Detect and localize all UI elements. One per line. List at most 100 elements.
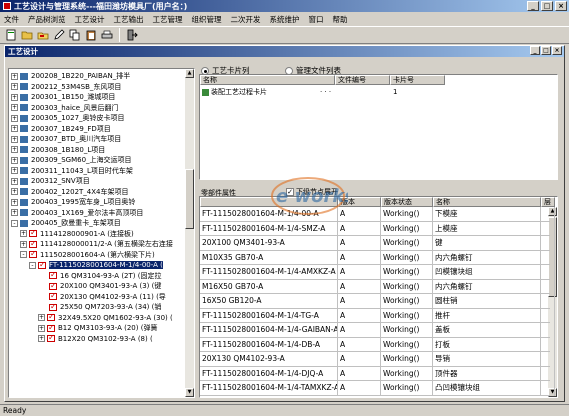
tree-expander-icon[interactable]: + xyxy=(11,114,18,122)
tree-expander-icon[interactable]: + xyxy=(11,93,18,101)
menu-product-tree[interactable]: 产品树浏览 xyxy=(28,14,66,25)
tree-item[interactable]: - FT-1115028001604-M-1/4-00-A ( xyxy=(29,260,163,271)
tree-expander-icon[interactable]: + xyxy=(38,324,45,332)
tree-item[interactable]: +200311_11043_L项目时代车架 xyxy=(11,166,133,177)
tree-expander-icon[interactable]: + xyxy=(11,209,18,216)
close-button[interactable]: × xyxy=(555,1,567,11)
menu-org-manage[interactable]: 组织管理 xyxy=(192,14,222,25)
tree-item[interactable]: 25X50 QM7203-93-A (34) (销 xyxy=(38,302,161,313)
tree-expander-icon[interactable]: + xyxy=(20,240,27,248)
card-list[interactable]: 名称 文件编号 卡片号 装配工艺过程卡片 · · · 1 xyxy=(199,74,558,180)
tree-expander-icon[interactable]: - xyxy=(20,251,27,258)
tree-expander-icon[interactable]: + xyxy=(11,156,18,164)
grid-row[interactable]: FT-1115028001604-M-1/4-TAMXKZ-A A Working(… xyxy=(200,381,555,396)
tree-item[interactable]: +200403_1X169_爱尔法丰高顶项目 xyxy=(11,208,143,219)
menu-process-output[interactable]: 工艺输出 xyxy=(114,14,144,25)
tree-expander-icon[interactable]: + xyxy=(11,135,18,143)
tree-item[interactable]: +32X49.5X20 QM1602-93-A (30) ( xyxy=(38,312,173,324)
tree-item[interactable]: +200309_SGM60_上海交运项目 xyxy=(11,155,132,166)
mdi-minimize-button[interactable]: _ xyxy=(530,46,540,55)
tree-expander-icon[interactable]: + xyxy=(38,314,45,321)
grid-row[interactable]: 16X50 GB120-A A Working() 圆柱销 xyxy=(200,294,555,309)
menu-dev[interactable]: 二次开发 xyxy=(231,14,261,25)
grid-row[interactable]: 20X100 QM3401-93-A A Working() 键 xyxy=(200,236,555,251)
grid-header-level[interactable]: 层 xyxy=(541,197,555,207)
tree-item[interactable]: +200402_1202T_4X4车架项目 xyxy=(11,187,129,198)
grid-row[interactable]: FT-1115028001604-M-1/4-TG-A A Working() 推杆 xyxy=(200,308,555,323)
tree-item[interactable]: +200312_SNV项目 xyxy=(11,176,90,187)
grid-header-name[interactable]: 名称 xyxy=(433,197,541,207)
tree-item[interactable]: +200303_haice_风景后翻门 xyxy=(11,103,119,114)
grid-row[interactable]: 20X130 QM4102-93-A A Working() 导销 xyxy=(200,352,555,367)
tree-item[interactable]: +200305_1027_奥铃皮卡项目 xyxy=(11,113,125,124)
menu-system[interactable]: 系统维护 xyxy=(270,14,300,25)
tree-item[interactable]: +200212_53M4SB_东风项目 xyxy=(11,82,121,93)
new-icon[interactable] xyxy=(4,28,18,42)
tree-item[interactable]: +1114128000901-A (连接板) xyxy=(20,228,134,240)
menu-help[interactable]: 帮助 xyxy=(333,14,348,25)
tree-item[interactable]: +200307_BTD_奥川汽车项目 xyxy=(11,134,121,145)
grid-row[interactable]: FT-1115028001604-M-1/4-DJQ-A A Working() 顶件… xyxy=(200,366,555,381)
tree-expander-icon[interactable]: - xyxy=(11,219,18,227)
copy-icon[interactable] xyxy=(68,28,82,42)
col-header-name[interactable]: 名称 xyxy=(200,75,335,85)
grid-row[interactable]: FT-1115028001604-M-1/4-DB-A A Working() 打板 xyxy=(200,337,555,352)
col-header-card[interactable]: 卡片号 xyxy=(390,75,445,85)
tree-item[interactable]: +200403_1995宽车身_L项目奥铃 xyxy=(11,197,135,208)
tree-expander-icon[interactable]: + xyxy=(11,146,18,153)
tree-expander-icon[interactable]: + xyxy=(11,188,18,195)
tree-expander-icon[interactable]: + xyxy=(20,230,27,237)
edit-icon[interactable] xyxy=(52,28,66,42)
exit-icon[interactable] xyxy=(125,28,139,42)
menu-process-design[interactable]: 工艺设计 xyxy=(75,14,105,25)
tree-item[interactable]: +1114128000011/2-A (第五横梁左右连接 xyxy=(20,239,173,250)
grid-row[interactable]: M16X50 GB70-A A Working() 内六角螺钉 xyxy=(200,279,555,294)
tree-expander-icon[interactable]: + xyxy=(11,104,18,111)
parts-grid[interactable]: 版本 版本状态 名称 层 ▲ ▼ FT-1115028001604-M-1/4-… xyxy=(199,196,558,398)
tree-item[interactable]: 20X130 QM4102-93-A (11) (导 xyxy=(38,291,166,303)
tree-expander-icon[interactable]: + xyxy=(11,198,18,206)
mdi-close-button[interactable]: × xyxy=(552,46,562,55)
menu-file[interactable]: 文件 xyxy=(4,14,19,25)
maximize-button[interactable]: □ xyxy=(541,1,553,11)
scroll-down-icon[interactable]: ▼ xyxy=(185,388,194,397)
tree-expander-icon[interactable]: + xyxy=(11,72,18,80)
print-icon[interactable] xyxy=(100,28,114,42)
minimize-button[interactable]: _ xyxy=(527,1,539,11)
tree-item[interactable]: + B12 QM3103-93-A (20) (弹簧 xyxy=(38,323,157,334)
scroll-up-icon[interactable]: ▲ xyxy=(185,69,194,78)
tree-expander-icon[interactable]: + xyxy=(11,167,18,174)
tree-vscroll-thumb[interactable] xyxy=(185,169,194,229)
menu-process-manage[interactable]: 工艺管理 xyxy=(153,14,183,25)
tree-item[interactable]: - 200405_欧曼重卡_车架项目 xyxy=(11,218,121,229)
tree-item[interactable]: +200208_1B220_PAIBAN_排半 xyxy=(11,71,130,82)
tree-item[interactable]: + B12X20 QM3102-93-A (8) ( xyxy=(38,333,153,345)
folder-icon[interactable] xyxy=(36,28,50,42)
tree-item[interactable]: - 1115028001604-A (第六横梁下片) xyxy=(20,249,155,261)
mdi-maximize-button[interactable]: □ xyxy=(541,46,551,55)
grid-row[interactable]: FT-1115028001604-M-1/4-GAIBAN-A A Working(… xyxy=(200,323,555,338)
menu-window[interactable]: 窗口 xyxy=(309,14,324,25)
tree-expander-icon[interactable]: + xyxy=(11,125,18,132)
grid-row[interactable]: M10X35 GB70-A A Working() 内六角螺钉 xyxy=(200,250,555,265)
tree-item[interactable]: +200307_1B249_FD项目 xyxy=(11,124,111,135)
paste-icon[interactable] xyxy=(84,28,98,42)
tree-expander-icon[interactable]: + xyxy=(11,177,18,185)
tree-expander-icon[interactable]: + xyxy=(38,335,45,342)
card-row[interactable]: 装配工艺过程卡片 xyxy=(202,87,267,97)
grid-row[interactable]: FT-1115028001604-M-1/4-00-A A Working() 下模座 xyxy=(200,207,555,222)
tree-vscroll[interactable]: ▲ ▼ xyxy=(185,69,194,397)
folder-icon xyxy=(20,72,28,80)
tree-item[interactable]: +200301_1B150_潍城项目 xyxy=(11,92,115,103)
tree-item[interactable]: 16 QM3104-93-A (2T) (固定拉 xyxy=(38,270,161,282)
grid-header-status[interactable]: 版本状态 xyxy=(381,197,433,207)
tree-expander-icon[interactable]: - xyxy=(29,261,36,269)
tree-item[interactable]: 20X100 QM3401-93-A (3) (键 xyxy=(38,281,161,292)
col-header-file[interactable]: 文件编号 xyxy=(335,75,390,85)
tree-item[interactable]: +200308_1B180_L项目 xyxy=(11,145,105,156)
tree-expander-icon[interactable]: + xyxy=(11,83,18,90)
open-icon[interactable] xyxy=(20,28,34,42)
grid-row[interactable]: FT-1115028001604-M-1/4-SMZ-A A Working() 上模… xyxy=(200,221,555,236)
product-tree[interactable]: ▲ ▼ +200208_1B220_PAIBAN_排半 +200212_53M4S… xyxy=(8,68,195,398)
grid-row[interactable]: FT-1115028001604-M-1/4-AMXKZ-A A Working()… xyxy=(200,265,555,280)
